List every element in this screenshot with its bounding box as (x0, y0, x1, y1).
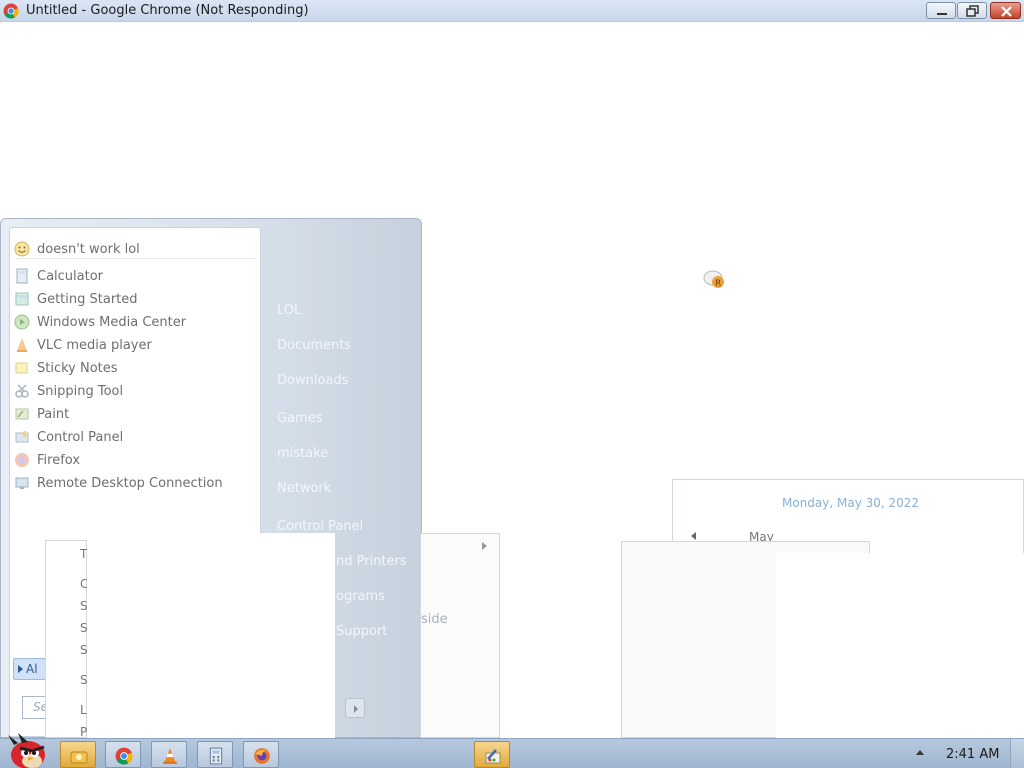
program-item-sticky-notes[interactable]: Sticky Notes (14, 357, 258, 379)
close-icon (1001, 6, 1012, 17)
paint-icon (485, 749, 501, 764)
smiley-icon (14, 241, 30, 257)
program-item-label: Windows Media Center (37, 314, 187, 330)
program-item-label: Firefox (37, 452, 81, 468)
program-item-paint[interactable]: Paint (14, 403, 258, 425)
start-link-documents[interactable]: Documents (277, 338, 351, 353)
start-orb-icon[interactable] (2, 733, 54, 768)
snipping-tool-icon (15, 384, 29, 398)
vlc-icon (17, 338, 27, 352)
chrome-icon (115, 747, 133, 765)
start-link-games[interactable]: Games (277, 411, 322, 426)
restore-button[interactable] (957, 2, 987, 19)
program-item-getting-started[interactable]: Getting Started (14, 288, 258, 310)
firefox-icon (15, 453, 29, 467)
getting-started-icon (15, 292, 29, 306)
submenu-fragment (420, 533, 500, 738)
pinned-item[interactable]: doesn't work lol (14, 238, 258, 260)
start-link-default-programs[interactable]: ograms (336, 589, 385, 604)
start-link-network[interactable]: Network (277, 481, 331, 496)
control-panel-icon (15, 431, 29, 443)
taskbar: 2:41 AM (0, 733, 1024, 768)
chevron-right-icon (482, 542, 487, 550)
program-item-label: Control Panel (37, 429, 124, 445)
chrome-icon (3, 3, 19, 19)
program-item-label: Snipping Tool (37, 383, 124, 399)
firefox-icon (254, 748, 270, 764)
blank-window-fragment (87, 533, 335, 738)
program-item-snipping-tool[interactable]: Snipping Tool (14, 380, 258, 402)
pinned-item-label: doesn't work lol (37, 241, 140, 257)
program-item-remote-desktop[interactable]: Remote Desktop Connection (14, 472, 258, 494)
desktop: Untitled - Google Chrome (Not Responding… (0, 0, 1024, 768)
taskbar-clock[interactable]: 2:41 AM (946, 747, 999, 762)
divider (16, 258, 256, 259)
calendar-prev-arrow-icon[interactable] (691, 532, 696, 540)
program-item-label: Calculator (37, 268, 104, 284)
submenu-partial-text: side (421, 612, 448, 627)
calendar-date[interactable]: Monday, May 30, 2022 (782, 496, 919, 510)
svg-text:R: R (715, 279, 721, 289)
sticky-notes-icon (15, 362, 28, 374)
all-programs-button[interactable]: Al (13, 658, 49, 680)
close-button[interactable] (990, 2, 1021, 19)
start-link-mistake[interactable]: mistake (277, 446, 328, 461)
calculator-icon (209, 747, 223, 765)
start-link-help-support[interactable]: Support (336, 624, 387, 639)
program-item-label: Paint (37, 406, 70, 422)
remote-desktop-icon (15, 477, 29, 489)
taskbar-button-chrome[interactable] (105, 741, 141, 768)
program-item-label: Getting Started (37, 291, 138, 307)
all-programs-arrow-icon (18, 665, 23, 673)
blank-window-fragment (776, 553, 1024, 738)
program-item-label: Remote Desktop Connection (37, 475, 223, 491)
program-item-label: VLC media player (37, 337, 152, 353)
taskbar-button-firefox[interactable] (243, 741, 279, 768)
start-link-lol[interactable]: LOL (277, 303, 301, 318)
program-item-control-panel[interactable]: Control Panel (14, 426, 258, 448)
media-center-icon (14, 314, 30, 330)
window-title: Untitled - Google Chrome (Not Responding… (26, 3, 309, 18)
minimize-button[interactable] (926, 2, 956, 19)
taskbar-button-vlc[interactable] (151, 741, 187, 768)
shutdown-options-button[interactable] (345, 698, 365, 718)
start-link-downloads[interactable]: Downloads (277, 373, 348, 388)
all-programs-label: Al (26, 662, 38, 676)
context-menu-item[interactable]: L (80, 703, 87, 717)
vlc-icon (163, 748, 177, 764)
restore-icon (966, 5, 979, 17)
drag-cursor-icon: R (703, 270, 724, 289)
program-item-calculator[interactable]: Calculator (14, 265, 258, 287)
minimize-icon (937, 13, 947, 15)
program-item-label: Sticky Notes (37, 360, 118, 376)
program-item-vlc[interactable]: VLC media player (14, 334, 258, 356)
taskbar-button-paint[interactable] (474, 741, 510, 768)
program-item-firefox[interactable]: Firefox (14, 449, 258, 471)
taskbar-button-explorer[interactable] (60, 741, 96, 768)
show-hidden-icons-button[interactable] (916, 750, 924, 755)
show-desktop-button[interactable] (1010, 739, 1024, 768)
start-link-control-panel[interactable]: Control Panel (277, 519, 363, 534)
start-link-devices-printers[interactable]: nd Printers (336, 554, 407, 569)
chevron-right-icon (354, 705, 358, 713)
calculator-icon (16, 268, 28, 284)
taskbar-button-calculator[interactable] (197, 741, 233, 768)
window-title-bar[interactable]: Untitled - Google Chrome (Not Responding… (0, 0, 1024, 22)
explorer-icon (70, 751, 88, 764)
program-item-media-center[interactable]: Windows Media Center (14, 311, 258, 333)
paint-icon (15, 408, 29, 420)
